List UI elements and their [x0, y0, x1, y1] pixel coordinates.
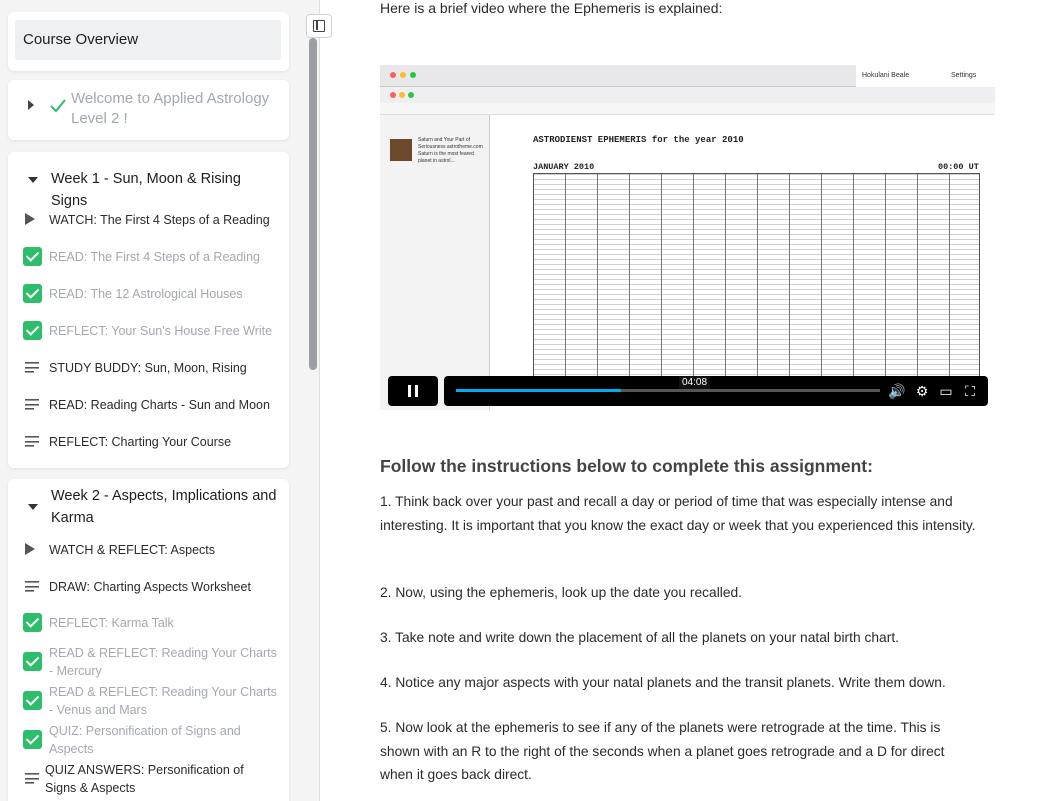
completed-check-icon	[23, 321, 42, 340]
expand-arrow-icon[interactable]	[28, 100, 34, 110]
text-lesson-icon	[23, 358, 42, 377]
lesson-item[interactable]: REFLECT: Karma Talk	[8, 607, 289, 637]
completed-check-icon	[23, 691, 42, 710]
course-page: Course Overview Welcome to Applied Astro…	[0, 0, 1047, 801]
instruction-step: 5. Now look at the ephemeris to see if a…	[380, 720, 945, 782]
sidebar-scroll-thumb[interactable]	[309, 38, 317, 370]
ephemeris-time: 00:00 UT	[938, 162, 979, 172]
week-1-section: Week 1 - Sun, Moon & Rising Signs WATCH:…	[8, 152, 289, 468]
completed-check-icon	[23, 247, 42, 266]
lesson-label: REFLECT: Your Sun's House Free Write	[49, 324, 273, 338]
lesson-label: STUDY BUDDY: Sun, Moon, Rising	[49, 361, 247, 375]
week-2-title[interactable]: Week 2 - Aspects, Implications and Karma	[51, 485, 281, 529]
instruction-step: 4. Notice any major aspects with your na…	[380, 675, 946, 690]
video-controls: 04:08 🔊 ⚙ ▭ ⛶	[388, 376, 988, 406]
text-lesson-icon	[23, 769, 42, 788]
completed-check-icon	[23, 284, 42, 303]
ephemeris-table	[533, 173, 980, 403]
ephemeris-title: ASTRODIENST EPHEMERIS for the year 2010	[533, 135, 744, 145]
instruction-step: 2. Now, using the ephemeris, look up the…	[380, 585, 743, 600]
course-overview-label: Course Overview	[23, 31, 139, 48]
lesson-label: READ: Reading Charts - Sun and Moon	[49, 398, 270, 412]
lesson-item[interactable]: READ: The 12 Astrological Houses	[8, 278, 289, 308]
welcome-title: Welcome to Applied Astrology Level 2 !	[71, 90, 270, 127]
browser-address-bar	[380, 87, 995, 103]
lesson-item[interactable]: STUDY BUDDY: Sun, Moon, Rising	[8, 352, 289, 382]
lesson-label: QUIZ ANSWERS: Personification of Signs &…	[45, 763, 244, 795]
lesson-item[interactable]: REFLECT: Charting Your Course	[8, 426, 289, 456]
assignment-heading: Follow the instructions below to complet…	[380, 456, 873, 476]
completed-check-icon	[23, 652, 42, 671]
sidebar-scrollbar[interactable]	[306, 0, 320, 801]
lesson-item[interactable]: DRAW: Charting Aspects Worksheet	[8, 571, 289, 601]
lesson-label: REFLECT: Karma Talk	[49, 616, 174, 630]
lesson-item[interactable]: READ & REFLECT: Reading Your Charts - Ve…	[8, 685, 289, 717]
instruction-step: 1. Think back over your past and recall …	[380, 494, 976, 533]
lesson-item[interactable]: READ & REFLECT: Reading Your Charts - Me…	[8, 646, 289, 678]
pause-button[interactable]	[388, 376, 438, 406]
lesson-content: Here is a brief video where the Ephemeri…	[321, 0, 1047, 801]
lesson-label: QUIZ: Personification of Signs and Aspec…	[49, 724, 241, 756]
video-browser-sidebar: Saturn and Your Part of Seriousness astr…	[380, 115, 490, 410]
browser-profile-name: Hokulani Beale	[862, 72, 910, 79]
settings-gear-icon[interactable]: ⚙	[914, 383, 930, 399]
fullscreen-icon[interactable]: ⛶	[962, 383, 978, 399]
video-player[interactable]: Hokulani Beale Settings Saturn and Your …	[380, 65, 995, 410]
text-lesson-icon	[23, 395, 42, 414]
lesson-label: REFLECT: Charting Your Course	[49, 435, 232, 449]
volume-icon[interactable]: 🔊	[888, 383, 905, 399]
completed-check-icon	[23, 613, 42, 632]
lesson-label: READ: The First 4 Steps of a Reading	[49, 250, 260, 264]
lesson-item[interactable]: QUIZ ANSWERS: Personification of Signs &…	[8, 763, 289, 795]
lesson-item[interactable]: READ: The First 4 Steps of a Reading	[8, 241, 289, 271]
lesson-label: WATCH: The First 4 Steps of a Reading	[49, 213, 270, 227]
course-overview-card[interactable]: Course Overview	[8, 12, 289, 71]
lesson-item[interactable]: READ: Reading Charts - Sun and Moon	[8, 389, 289, 419]
saturn-thumbnail	[390, 139, 412, 161]
ephemeris-month: JANUARY 2010	[533, 162, 595, 172]
current-time-tooltip: 04:08	[679, 376, 711, 389]
course-sidebar: Course Overview Welcome to Applied Astro…	[0, 0, 306, 801]
video-play-icon	[23, 210, 42, 229]
browser-profile: Hokulani Beale Settings	[856, 65, 995, 87]
lesson-item[interactable]: WATCH & REFLECT: Aspects	[8, 534, 289, 564]
checkmark-icon	[50, 99, 66, 113]
instruction-step: 3. Take note and write down the placemen…	[380, 630, 899, 645]
ephemeris-page: ASTRODIENST EPHEMERIS for the year 2010 …	[490, 115, 995, 410]
video-intro-text: Here is a brief video where the Ephemeri…	[380, 0, 723, 16]
lesson-item[interactable]: REFLECT: Your Sun's House Free Write	[8, 315, 289, 345]
completed-check-icon	[23, 730, 42, 749]
seek-bar[interactable]: 04:08	[456, 376, 880, 392]
video-play-icon	[23, 540, 42, 559]
lesson-label: DRAW: Charting Aspects Worksheet	[49, 580, 251, 594]
video-control-bar: 04:08 🔊 ⚙ ▭ ⛶	[444, 376, 988, 406]
collapse-caret-icon[interactable]	[28, 504, 38, 510]
seek-progress	[456, 389, 622, 392]
text-lesson-icon	[23, 432, 42, 451]
browser-titlebar: Hokulani Beale Settings	[380, 65, 995, 87]
lesson-label: READ: The 12 Astrological Houses	[49, 287, 243, 301]
lesson-label: READ & REFLECT: Reading Your Charts - Ve…	[49, 685, 277, 717]
lesson-label: WATCH & REFLECT: Aspects	[49, 543, 216, 557]
lesson-item[interactable]: QUIZ: Personification of Signs and Aspec…	[8, 724, 289, 756]
lesson-item[interactable]: WATCH: The First 4 Steps of a Reading	[8, 204, 289, 234]
welcome-section[interactable]: Welcome to Applied Astrology Level 2 !	[8, 80, 289, 140]
collapse-caret-icon[interactable]	[28, 177, 38, 183]
text-lesson-icon	[23, 577, 42, 596]
picture-in-picture-icon[interactable]: ▭	[938, 383, 954, 399]
lesson-label: READ & REFLECT: Reading Your Charts - Me…	[49, 646, 277, 678]
browser-bookmarks-bar	[380, 103, 995, 115]
thumbnail-caption: Saturn and Your Part of Seriousness astr…	[418, 137, 483, 164]
course-overview-item[interactable]: Course Overview	[15, 20, 281, 60]
browser-settings-label: Settings	[951, 72, 977, 79]
week-2-section: Week 2 - Aspects, Implications and Karma…	[8, 479, 289, 801]
